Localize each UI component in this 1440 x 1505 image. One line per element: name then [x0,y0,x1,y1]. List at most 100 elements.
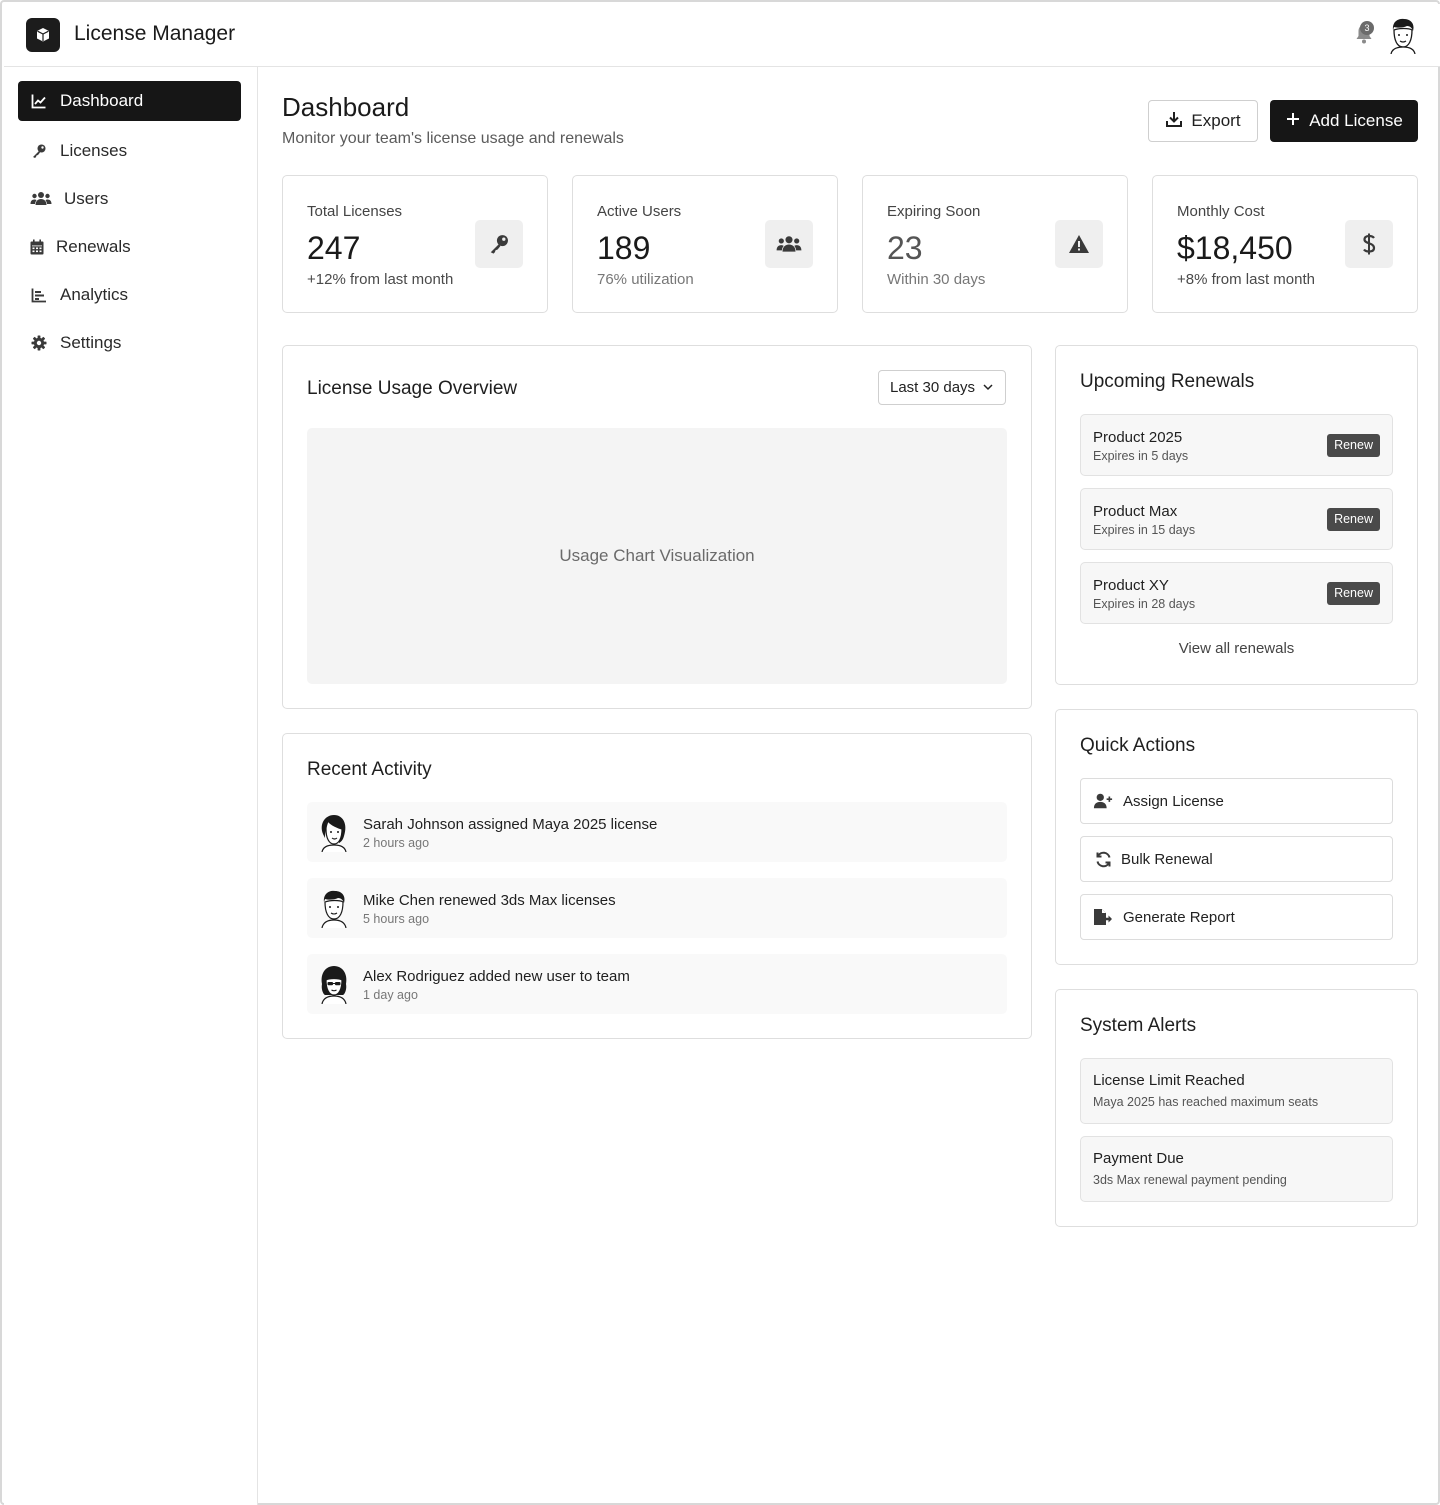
system-alerts-title: System Alerts [1080,1015,1197,1036]
download-icon [1165,110,1183,133]
avatar [321,815,347,852]
stat-sub: Within 30 days [887,271,986,288]
renewals-panel: Upcoming Renewals Product 2025 Expires i… [1055,345,1418,685]
quick-actions-panel: Quick Actions Assign License Bulk Renewa… [1055,709,1418,965]
activity-text: Alex Rodriguez added new user to team [363,968,630,985]
sidebar-item-label: Users [64,189,109,208]
key-icon [30,142,48,160]
bulk-renewal-button[interactable]: Bulk Renewal [1080,836,1393,882]
sidebar-item-label: Settings [60,333,122,352]
sidebar-item-users[interactable]: Users [18,179,241,219]
activity-time: 1 day ago [363,988,418,1002]
stat-label: Expiring Soon [887,203,981,220]
activity-title: Recent Activity [307,759,432,780]
generate-report-button[interactable]: Generate Report [1080,894,1393,940]
app-title: License Manager [74,22,236,45]
key-icon [475,220,523,268]
sidebar-item-label: Licenses [60,141,128,160]
refresh-icon [1093,849,1113,869]
plus-icon [1285,111,1301,132]
list-item[interactable]: Mike Chen renewed 3ds Max licenses 5 hou… [307,878,1007,938]
page-subtitle: Monitor your team's license usage and re… [282,130,624,147]
renewal-product-name: Product Max [1093,503,1178,520]
date-range-value: Last 30 days [890,379,976,396]
sidebar-item-label: Dashboard [60,91,144,110]
export-button[interactable]: Export [1148,100,1258,142]
sidebar-item-settings[interactable]: Settings [18,323,241,363]
users-icon [765,220,813,268]
quick-action-label: Bulk Renewal [1121,850,1213,868]
add-license-label: Add License [1309,111,1403,130]
renewal-expiry: Expires in 15 days [1093,523,1196,537]
bar-chart-icon [30,286,48,304]
renewal-product-name: Product 2025 [1093,429,1183,446]
renew-button[interactable]: Renew [1327,582,1380,605]
stat-card-total-licenses: Total Licenses 247 +12% from last month [282,175,548,313]
renewal-item: Product Max Expires in 15 days Renew [1080,488,1393,550]
users-icon [30,190,52,208]
renewal-expiry: Expires in 28 days [1093,597,1196,611]
activity-time: 2 hours ago [363,836,430,850]
list-item[interactable]: Sarah Johnson assigned Maya 2025 license… [307,802,1007,862]
alert-title: Payment Due [1093,1150,1184,1167]
usage-panel: License Usage Overview Last 30 days Usag… [282,345,1032,709]
add-license-button[interactable]: Add License [1270,100,1418,142]
quick-action-label: Assign License [1123,792,1224,810]
app-logo-icon [26,18,60,52]
sidebar-item-dashboard[interactable]: Dashboard [18,81,241,121]
renew-button[interactable]: Renew [1327,434,1380,457]
top-bar: License Manager 3 [4,4,1440,67]
alert-item[interactable]: License Limit Reached Maya 2025 has reac… [1080,1058,1393,1124]
usage-title: License Usage Overview [307,378,518,399]
page-title: Dashboard [282,92,410,122]
stat-sub: +8% from last month [1177,271,1315,288]
sidebar-item-renewals[interactable]: Renewals [18,227,241,267]
list-item[interactable]: Alex Rodriguez added new user to team 1 … [307,954,1007,1014]
sidebar-item-label: Analytics [60,285,129,304]
renewals-title: Upcoming Renewals [1080,371,1255,392]
gear-icon [30,334,48,352]
activity-panel: Recent Activity Sarah Johnson assigned M… [282,733,1032,1039]
renewal-expiry: Expires in 5 days [1093,449,1189,463]
file-export-icon [1093,907,1113,927]
stat-value: 247 [307,230,361,266]
chevron-down-icon [983,384,993,391]
stat-card-expiring-soon: Expiring Soon 23 Within 30 days [862,175,1128,313]
assign-license-button[interactable]: Assign License [1080,778,1393,824]
notification-badge: 3 [1360,21,1374,35]
system-alerts-panel: System Alerts License Limit Reached Maya… [1055,989,1418,1227]
activity-text: Sarah Johnson assigned Maya 2025 license [363,816,658,833]
sidebar-item-label: Renewals [56,237,131,256]
stat-value: 23 [887,230,923,266]
view-all-renewals-link[interactable]: View all renewals [1056,640,1417,657]
chart-line-icon [30,92,48,110]
stat-sub: 76% utilization [597,271,694,288]
warning-icon [1055,220,1103,268]
activity-time: 5 hours ago [363,912,430,926]
export-label: Export [1191,111,1241,130]
quick-actions-title: Quick Actions [1080,735,1196,756]
app-window: License Manager 3 Dashboard Licenses Use… [0,0,1440,1505]
activity-text: Mike Chen renewed 3ds Max licenses [363,892,616,909]
user-avatar[interactable] [1386,16,1420,54]
alert-item[interactable]: Payment Due 3ds Max renewal payment pend… [1080,1136,1393,1202]
stat-card-active-users: Active Users 189 76% utilization [572,175,838,313]
stat-value: 189 [597,230,651,266]
renew-button[interactable]: Renew [1327,508,1380,531]
sidebar-item-analytics[interactable]: Analytics [18,275,241,315]
calendar-icon [30,238,44,256]
dollar-icon [1345,220,1393,268]
alert-title: License Limit Reached [1093,1072,1245,1089]
sidebar-item-licenses[interactable]: Licenses [18,131,241,171]
renewal-item: Product 2025 Expires in 5 days Renew [1080,414,1393,476]
stat-label: Active Users [597,203,682,220]
stat-sub: +12% from last month [307,271,454,288]
stat-card-monthly-cost: Monthly Cost $18,450 +8% from last month [1152,175,1418,313]
user-plus-icon [1093,791,1113,811]
alert-description: 3ds Max renewal payment pending [1093,1173,1287,1187]
alert-description: Maya 2025 has reached maximum seats [1093,1095,1319,1109]
quick-action-label: Generate Report [1123,908,1235,926]
date-range-select[interactable]: Last 30 days [878,370,1006,405]
stat-label: Monthly Cost [1177,203,1265,220]
avatar [321,890,347,928]
